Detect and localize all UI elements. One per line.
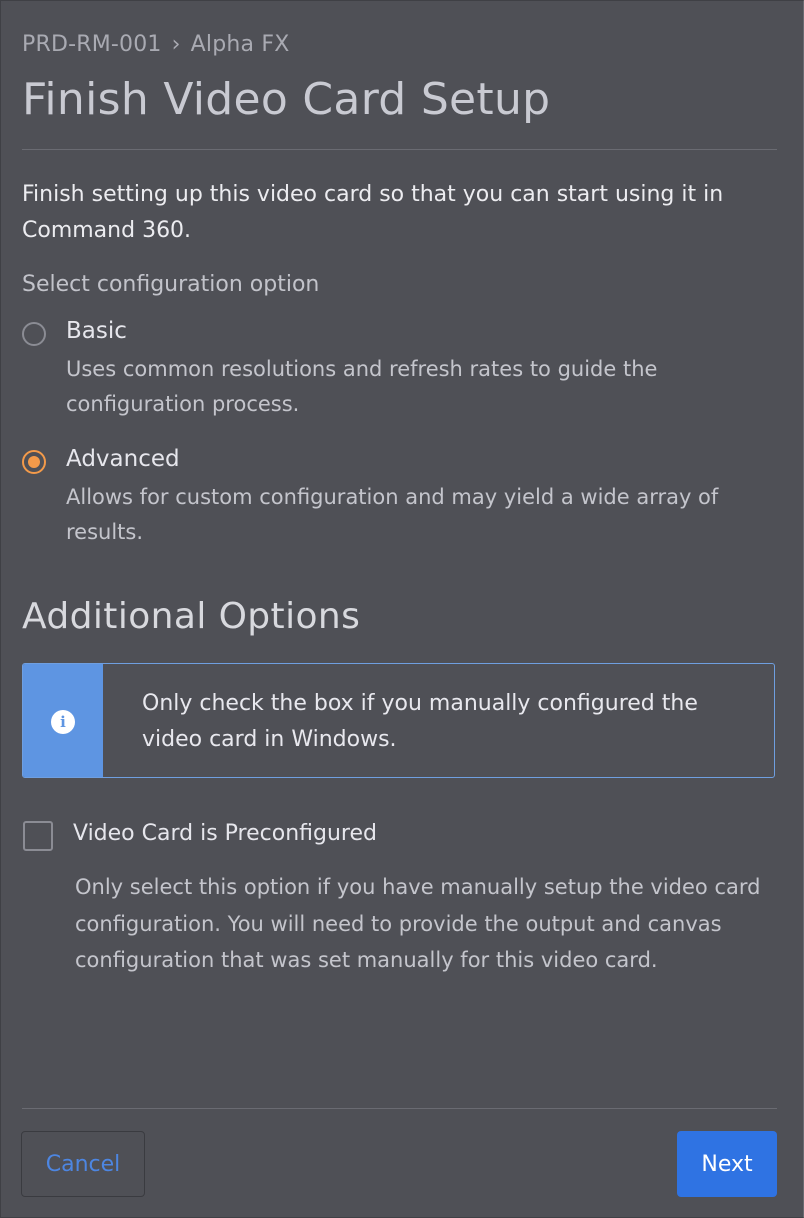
header-divider xyxy=(22,149,777,150)
info-strip: i xyxy=(23,664,103,777)
additional-options-heading: Additional Options xyxy=(22,596,361,637)
breadcrumb: PRD-RM-001 › Alpha FX xyxy=(22,32,290,57)
breadcrumb-card: Alpha FX xyxy=(190,32,290,57)
radio-advanced-description: Allows for custom configuration and may … xyxy=(66,485,719,544)
next-button[interactable]: Next xyxy=(677,1131,777,1197)
info-message: Only check the box if you manually confi… xyxy=(142,691,698,752)
page-title: Finish Video Card Setup xyxy=(22,74,551,125)
radio-basic[interactable] xyxy=(22,322,46,346)
preconfigured-description: Only select this option if you have manu… xyxy=(75,875,761,972)
breadcrumb-device[interactable]: PRD-RM-001 xyxy=(22,32,162,57)
radio-option-basic[interactable]: Basic Uses common resolutions and refres… xyxy=(22,318,782,422)
footer-divider xyxy=(22,1108,777,1109)
radio-advanced-title[interactable]: Advanced xyxy=(66,446,180,472)
info-banner: i Only check the box if you manually con… xyxy=(22,663,775,778)
radio-basic-title[interactable]: Basic xyxy=(66,318,127,344)
cancel-button[interactable]: Cancel xyxy=(21,1131,145,1197)
breadcrumb-separator: › xyxy=(171,32,181,57)
radio-basic-description: Uses common resolutions and refresh rate… xyxy=(66,357,658,416)
config-option-label: Select configuration option xyxy=(22,272,320,297)
info-icon: i xyxy=(51,710,75,734)
radio-option-advanced[interactable]: Advanced Allows for custom configuration… xyxy=(22,446,782,550)
preconfigured-checkbox-label[interactable]: Video Card is Preconfigured xyxy=(73,821,377,846)
intro-text: Finish setting up this video card so tha… xyxy=(22,182,724,243)
radio-advanced[interactable] xyxy=(22,450,46,474)
preconfigured-checkbox[interactable] xyxy=(23,821,53,851)
